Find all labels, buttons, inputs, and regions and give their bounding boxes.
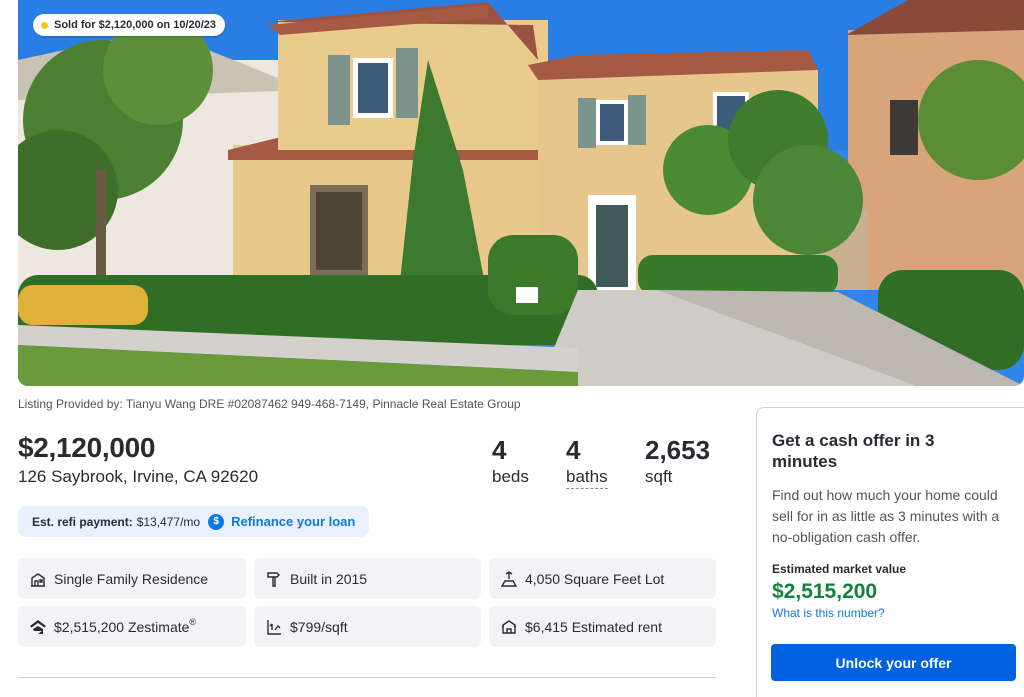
refi-value: $13,477/mo [136, 514, 201, 529]
fact-zestimate[interactable]: $2,515,200 Zestimate® [18, 606, 246, 647]
refinance-loan-link[interactable]: Refinance your loan [231, 514, 355, 529]
beds-label: beds [492, 467, 529, 486]
fact-year-built-text: Built in 2015 [290, 570, 368, 587]
cash-offer-description: Find out how much your home could sell f… [772, 487, 1000, 545]
sqft-stat: 2,653 sqft [645, 436, 710, 487]
section-divider [18, 677, 716, 678]
refi-label: Est. refi payment: [32, 514, 133, 529]
rent-icon [500, 618, 518, 636]
lot-icon [500, 570, 518, 588]
fact-home-type-text: Single Family Residence [54, 570, 209, 587]
market-value-label: Estimated market value [772, 562, 907, 576]
market-value: $2,515,200 [772, 580, 878, 603]
fact-home-type: Single Family Residence [18, 558, 246, 599]
home-type-icon [29, 570, 47, 588]
sqft-value: 2,653 [645, 435, 711, 465]
registered-mark: ® [189, 616, 197, 627]
fact-zestimate-text: $2,515,200 Zestimate® [54, 616, 197, 635]
cash-offer-title: Get a cash offer in 3 minutes [772, 431, 935, 471]
fact-year-built: Built in 2015 [254, 558, 481, 599]
dollar-circle-icon: $ [208, 513, 225, 530]
price-per-sqft-icon [265, 618, 283, 636]
hammer-icon [265, 570, 283, 588]
sold-status-dot-icon [41, 21, 48, 29]
fact-lot-size: 4,050 Square Feet Lot [489, 558, 716, 599]
cash-offer-card: Get a cash offer in 3 minutes Find out h… [756, 407, 1024, 697]
what-is-this-number-link[interactable]: What is this number? [772, 606, 1024, 620]
fact-estimated-rent[interactable]: $6,415 Estimated rent [489, 606, 716, 647]
baths-stat[interactable]: 4 baths [566, 436, 608, 489]
listing-address: 126 Saybrook, Irvine, CA 92620 [18, 467, 259, 486]
beds-stat: 4 beds [492, 436, 529, 487]
fact-price-per-sqft: $799/sqft [254, 606, 481, 647]
property-photo[interactable] [18, 0, 1024, 386]
fact-estimated-rent-text: $6,415 Estimated rent [525, 618, 662, 635]
listing-provided-by: Listing Provided by: Tianyu Wang DRE #02… [18, 397, 521, 411]
unlock-offer-button[interactable]: Unlock your offer [771, 644, 1016, 681]
refi-payment-banner: Est. refi payment: $13,477/mo $ Refinanc… [18, 506, 370, 537]
zestimate-icon [29, 618, 47, 636]
sold-status-badge: Sold for $2,120,000 on 10/20/23 [33, 14, 226, 36]
fact-price-per-sqft-text: $799/sqft [290, 618, 348, 635]
fact-lot-size-text: 4,050 Square Feet Lot [525, 570, 665, 587]
house-photo-illustration [18, 0, 1024, 386]
baths-label[interactable]: baths [566, 467, 608, 489]
sold-status-text: Sold for $2,120,000 on 10/20/23 [54, 19, 217, 31]
beds-value: 4 [492, 435, 507, 465]
listing-price: $2,120,000 [18, 432, 156, 463]
baths-value: 4 [566, 435, 581, 465]
sqft-label: sqft [645, 467, 673, 486]
